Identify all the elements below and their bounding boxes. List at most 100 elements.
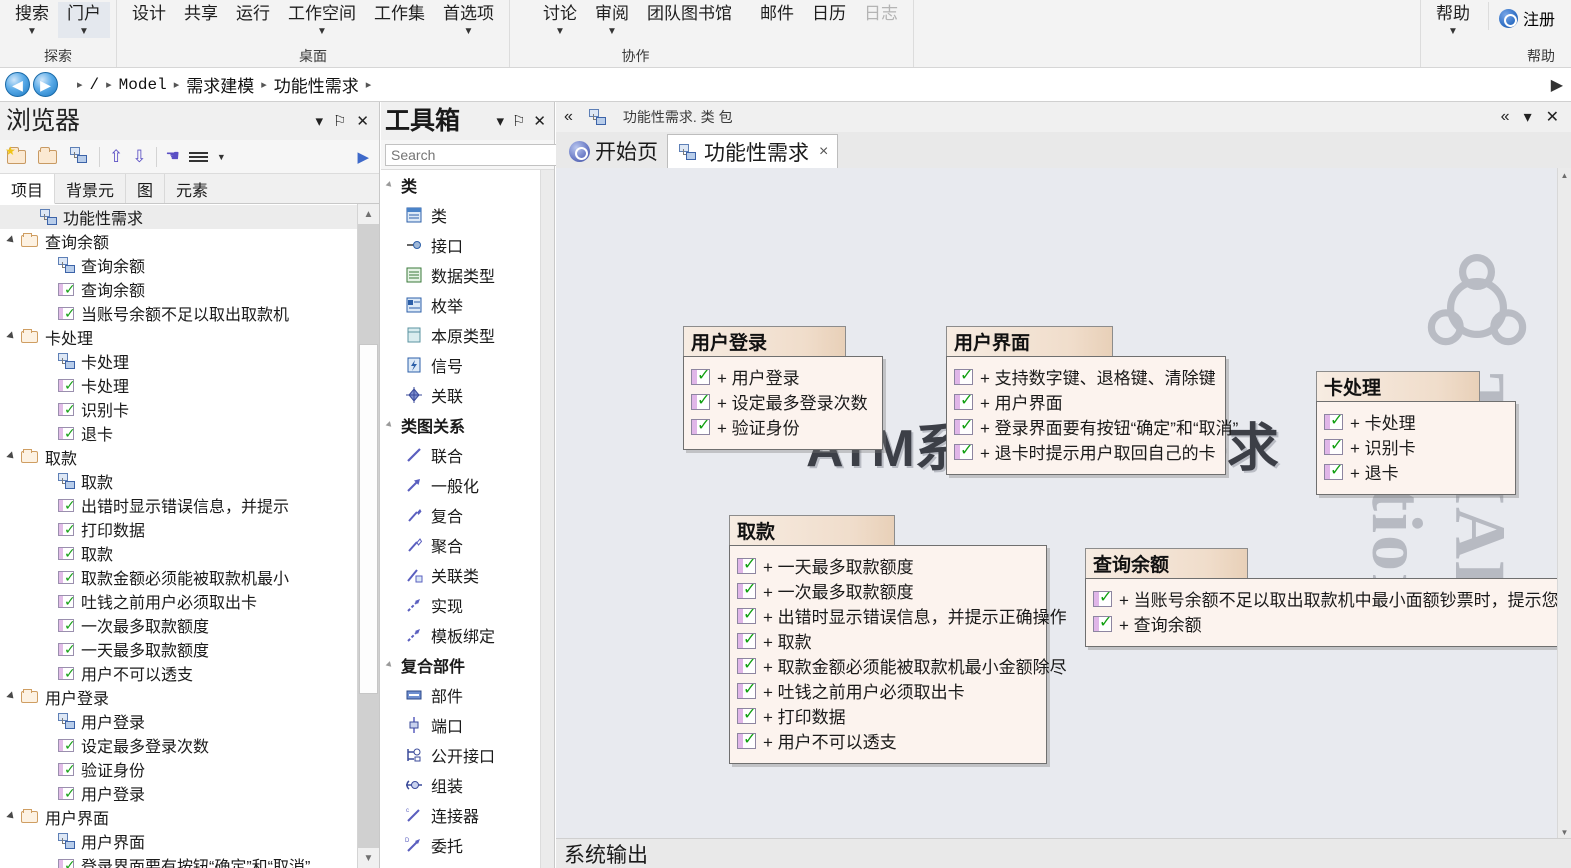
tree-item[interactable]: 当账号余额不足以取出取款机 xyxy=(0,301,357,325)
tree-item[interactable]: 用户登录 xyxy=(0,781,357,805)
uml-feature-row[interactable]: + 设定最多登录次数 xyxy=(691,389,873,414)
back-button[interactable]: ◀ xyxy=(5,72,30,97)
tree-item[interactable]: 取款金额必须能被取款机最小 xyxy=(0,565,357,589)
ribbon-item-portal[interactable]: 门户 ▼ xyxy=(58,2,110,38)
package-icon[interactable] xyxy=(68,146,90,167)
uml-feature-row[interactable]: + 查询余额 xyxy=(1093,611,1557,636)
ribbon-item-search[interactable]: 搜索 ▼ xyxy=(6,2,58,38)
uml-feature-row[interactable]: + 退卡时提示用户取回自己的卡 xyxy=(954,439,1216,464)
toolbox-item[interactable]: 类 xyxy=(381,200,540,230)
tree-item[interactable]: 取款 xyxy=(0,445,357,469)
expand-twisty-icon[interactable] xyxy=(387,662,401,668)
toolbox-close-icon[interactable]: ✕ xyxy=(533,114,546,129)
tab-start-page[interactable]: 开始页 xyxy=(560,134,667,168)
uml-feature-row[interactable]: + 出错时显示错误信息，并提示正确操作 xyxy=(737,603,1067,628)
uml-feature-row[interactable]: + 登录界面要有按钮“确定”和“取消” xyxy=(954,414,1238,439)
toolbox-item[interactable]: 信号 xyxy=(381,350,540,380)
expand-twisty-icon[interactable] xyxy=(4,813,20,821)
scrollbar-thumb[interactable] xyxy=(359,344,378,694)
ribbon-item-workset[interactable]: 工作集 xyxy=(365,2,434,24)
toolbox-item[interactable]: c 连接器 xyxy=(381,800,540,830)
expand-twisty-icon[interactable] xyxy=(4,693,20,701)
scrollbar-track[interactable] xyxy=(358,224,379,848)
toolbox-scrollbar[interactable] xyxy=(540,170,554,868)
ribbon-item-workspace[interactable]: 工作空间 ▼ xyxy=(279,2,365,38)
register-button[interactable]: 注册 xyxy=(1487,2,1565,30)
toolbox-item[interactable]: 接口 xyxy=(381,230,540,260)
ribbon-item-share[interactable]: 共享 xyxy=(175,2,227,24)
expand-twisty-icon[interactable] xyxy=(4,453,20,461)
toolbox-item[interactable]: 数据类型 xyxy=(381,260,540,290)
uml-feature-row[interactable]: + 取款 xyxy=(737,628,1037,653)
canvas-vertical-scrollbar[interactable]: ▲ ▼ xyxy=(1557,168,1571,839)
uml-feature-row[interactable]: + 用户界面 xyxy=(954,389,1216,414)
toolbox-item[interactable]: 端口 xyxy=(381,710,540,740)
drag-hand-icon[interactable]: ☚ xyxy=(166,148,180,165)
tree-item[interactable]: 设定最多登录次数 xyxy=(0,733,357,757)
explorer-tab-project[interactable]: 项目 xyxy=(0,174,56,204)
uml-feature-row[interactable]: + 一次最多取款额度 xyxy=(737,578,1037,603)
tree-item[interactable]: 用户登录 xyxy=(0,709,357,733)
uml-feature-row[interactable]: + 卡处理 xyxy=(1324,409,1506,434)
ribbon-item-help[interactable]: 帮助 ▼ xyxy=(1427,2,1488,38)
tree-item[interactable]: 查询余额 xyxy=(0,229,357,253)
tree-item[interactable]: 功能性需求 xyxy=(0,205,357,229)
move-down-icon[interactable]: ⇩ xyxy=(132,148,146,165)
uml-package-box[interactable]: 取款 + 一天最多取款额度 + 一次最多取款额度 + 出错时显示错误信息，并提示正确操… xyxy=(729,515,1067,764)
ribbon-item-design[interactable]: 设计 xyxy=(123,2,175,24)
breadcrumb-item-requirements-modeling[interactable]: 需求建模 xyxy=(186,72,254,97)
diagram-canvas[interactable]: TRIAL Edition ATM系统功能性需求 用户登录+ 用户登录+ 设定最… xyxy=(556,168,1557,838)
breadcrumb-item-model[interactable]: Model xyxy=(119,76,167,94)
toolbox-group-header[interactable]: 类 xyxy=(381,170,540,200)
uml-feature-row[interactable]: + 当账号余额不足以取出取款机中最小面额钞票时，提示您没有 xyxy=(1093,586,1557,611)
tree-item[interactable]: 验证身份 xyxy=(0,757,357,781)
tree-item[interactable]: 查询余额 xyxy=(0,253,357,277)
uml-package-box[interactable]: 用户登录 + 用户登录 + 设定最多登录次数 + 验证身份 xyxy=(683,326,883,450)
menu-icon[interactable] xyxy=(188,151,208,162)
explorer-tab-diagrams[interactable]: 图 xyxy=(126,174,166,203)
toolbox-menu-icon[interactable]: ▾ xyxy=(496,114,504,129)
tree-item[interactable]: 一次最多取款额度 xyxy=(0,613,357,637)
new-folder-icon[interactable]: ★ xyxy=(5,145,28,167)
toolbox-item[interactable]: 关联 xyxy=(381,380,540,410)
toolbox-item[interactable]: 模板绑定 xyxy=(381,620,540,650)
tree-item[interactable]: 用户界面 xyxy=(0,805,357,829)
toolbox-group-header[interactable]: 类图关系 xyxy=(381,410,540,440)
collapse-right-icon[interactable]: « xyxy=(1501,108,1510,126)
explorer-tab-elements[interactable]: 元素 xyxy=(165,174,219,203)
toolbox-group-header[interactable]: 复合部件 xyxy=(381,650,540,680)
expand-twisty-icon[interactable] xyxy=(387,182,401,188)
uml-package-box[interactable]: 卡处理 + 卡处理 + 识别卡 + 退卡 xyxy=(1316,371,1516,495)
diagram-menu-icon[interactable]: ▾ xyxy=(1524,107,1532,127)
move-up-icon[interactable]: ⇧ xyxy=(109,148,123,165)
uml-feature-row[interactable]: + 用户不可以透支 xyxy=(737,728,1037,753)
ribbon-item-preferences[interactable]: 首选项 ▼ xyxy=(434,2,503,38)
breadcrumb-overflow-icon[interactable]: ▶ xyxy=(1551,75,1571,95)
toolbox-item[interactable]: 组装 xyxy=(381,770,540,800)
toolbox-item[interactable]: D 委托 xyxy=(381,830,540,860)
explorer-tree[interactable]: 功能性需求查询余额查询余额查询余额当账号余额不足以取出取款机卡处理卡处理卡处理识… xyxy=(0,204,357,868)
tree-item[interactable]: 一天最多取款额度 xyxy=(0,637,357,661)
expand-twisty-icon[interactable] xyxy=(4,333,20,341)
explorer-tab-background[interactable]: 背景元 xyxy=(55,174,127,203)
open-folder-icon[interactable] xyxy=(37,146,59,167)
uml-feature-row[interactable]: + 吐钱之前用户必须取出卡 xyxy=(737,678,1037,703)
scroll-down-icon[interactable]: ▼ xyxy=(1558,825,1571,839)
uml-feature-row[interactable]: + 验证身份 xyxy=(691,414,873,439)
tree-item[interactable]: 识别卡 xyxy=(0,397,357,421)
diagram-close-icon[interactable]: ✕ xyxy=(1546,107,1559,127)
ribbon-item-calendar[interactable]: 日历 xyxy=(803,2,855,24)
tree-item[interactable]: 用户不可以透支 xyxy=(0,661,357,685)
explorer-pin-icon[interactable]: ⚐ xyxy=(333,114,346,129)
toolbox-item[interactable]: 一般化 xyxy=(381,470,540,500)
explorer-scrollbar[interactable]: ▲ ▼ xyxy=(357,204,379,868)
scroll-up-icon[interactable]: ▲ xyxy=(358,204,379,224)
search-input[interactable] xyxy=(389,145,574,164)
toolbox-item[interactable]: 联合 xyxy=(381,440,540,470)
ribbon-item-run[interactable]: 运行 xyxy=(227,2,279,24)
tree-item[interactable]: 吐钱之前用户必须取出卡 xyxy=(0,589,357,613)
uml-package-box[interactable]: 查询余额 + 当账号余额不足以取出取款机中最小面额钞票时，提示您没有 + 查询余额 xyxy=(1085,548,1557,647)
uml-feature-row[interactable]: + 退卡 xyxy=(1324,459,1506,484)
tree-item[interactable]: 打印数据 xyxy=(0,517,357,541)
tree-item[interactable]: 卡处理 xyxy=(0,373,357,397)
